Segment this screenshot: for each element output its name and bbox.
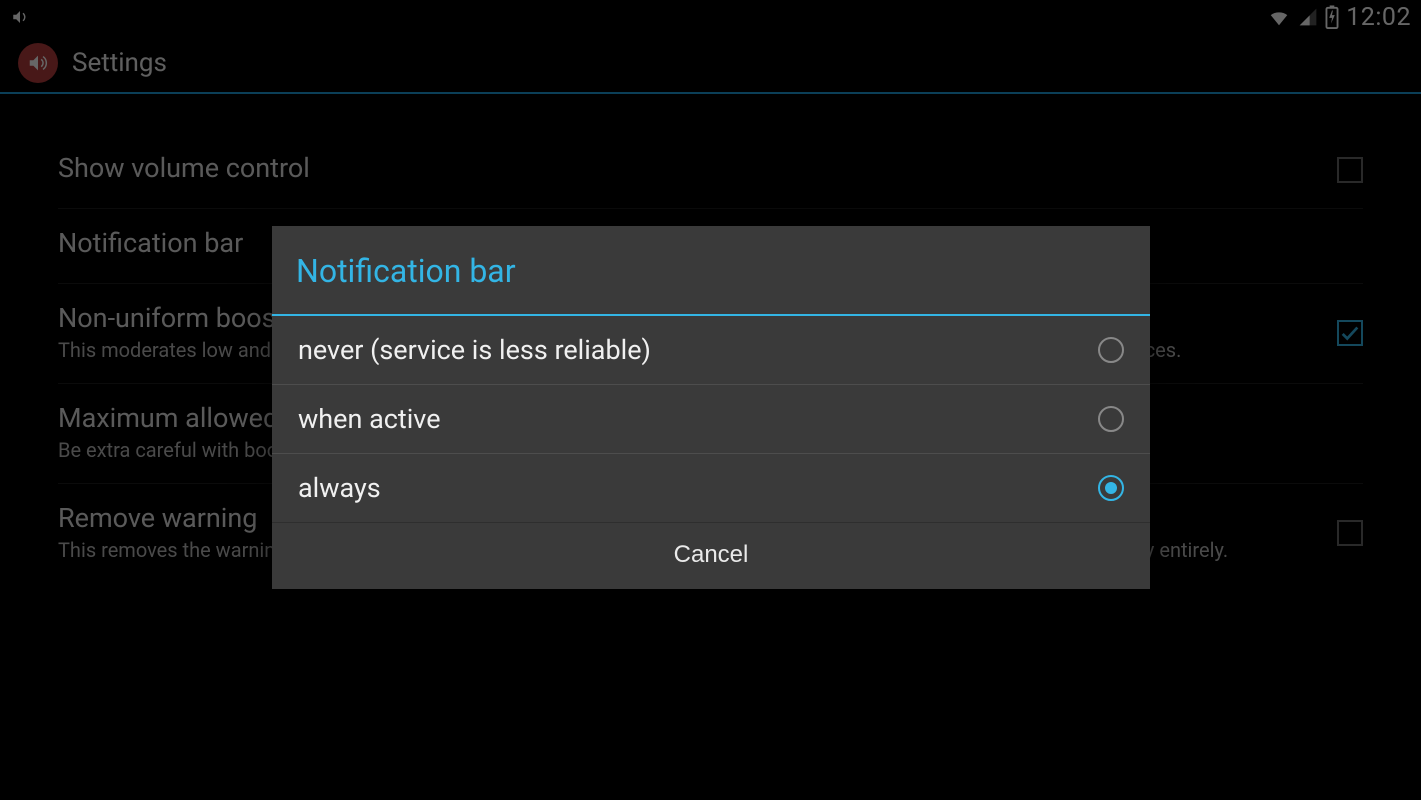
option-label: never (service is less reliable): [298, 334, 651, 366]
notification-bar-dialog: Notification bar never (service is less …: [272, 226, 1150, 589]
cancel-button[interactable]: Cancel: [674, 541, 749, 569]
dialog-title: Notification bar: [272, 226, 1150, 316]
option-label: always: [298, 472, 381, 504]
radio[interactable]: [1098, 475, 1124, 501]
option-when-active[interactable]: when active: [272, 385, 1150, 454]
option-never[interactable]: never (service is less reliable): [272, 316, 1150, 385]
option-label: when active: [298, 403, 441, 435]
option-always[interactable]: always: [272, 454, 1150, 523]
radio[interactable]: [1098, 337, 1124, 363]
radio[interactable]: [1098, 406, 1124, 432]
